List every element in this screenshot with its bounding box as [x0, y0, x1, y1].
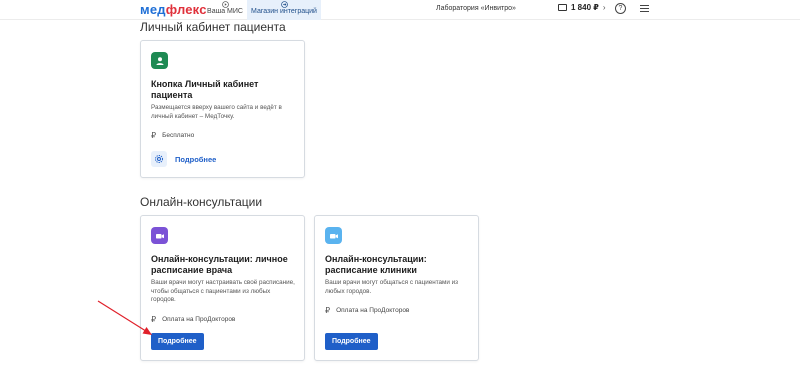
card-title: Онлайн-консультации: личное расписание в…: [151, 254, 288, 275]
video-camera-icon: [151, 227, 168, 244]
balance[interactable]: 1 840 ₽ ›: [558, 3, 605, 12]
price-info: ₽ Оплата на ПроДокторов: [151, 315, 235, 324]
section-title-online-consultations: Онлайн-консультации: [140, 195, 263, 209]
nav-tab-integrations-shop[interactable]: Магазин интеграций: [247, 0, 321, 20]
price-label: Оплата на ПроДокторов: [336, 307, 410, 314]
integration-card-patient-button[interactable]: Кнопка Личный кабинет пациента Размещает…: [140, 40, 305, 178]
more-link[interactable]: Подробнее: [151, 151, 216, 167]
top-bar: медфлекс Ваша МИС Магазин интеграций Лаб…: [0, 0, 800, 20]
integration-icon: [280, 1, 288, 8]
hamburger-menu-icon[interactable]: [640, 5, 649, 14]
play-icon: [221, 1, 229, 8]
price-info: ₽ Бесплатно: [151, 131, 194, 140]
help-icon[interactable]: ?: [615, 3, 626, 14]
nav-tab-mis[interactable]: Ваша МИС: [204, 0, 246, 20]
card-title: Кнопка Личный кабинет пациента: [151, 79, 259, 100]
logo[interactable]: медфлекс: [140, 2, 207, 17]
logo-part-1: мед: [140, 2, 166, 17]
integration-card-doctor-schedule[interactable]: Онлайн-консультации: личное расписание в…: [140, 215, 305, 361]
card-description: Ваши врачи могут общаться с пациентами и…: [325, 279, 459, 295]
user-icon: [151, 52, 168, 69]
gear-icon: [151, 151, 167, 167]
card-description: Ваши врачи могут настраивать своё распис…: [151, 279, 295, 303]
logo-part-2: флекс: [165, 2, 207, 17]
more-button[interactable]: Подробнее: [325, 333, 378, 350]
laboratory-name[interactable]: Лаборатория «Инвитро»: [436, 5, 516, 12]
ruble-icon: ₽: [151, 131, 157, 140]
ruble-icon: ₽: [325, 306, 331, 315]
more-button[interactable]: Подробнее: [151, 333, 204, 350]
price-label: Бесплатно: [162, 132, 195, 139]
more-link-label: Подробнее: [175, 154, 217, 164]
ruble-icon: ₽: [151, 315, 157, 324]
video-camera-icon: [325, 227, 342, 244]
price-label: Оплата на ПроДокторов: [162, 316, 236, 323]
balance-amount: 1 840 ₽: [571, 3, 599, 12]
wallet-icon: [558, 4, 567, 11]
chevron-right-icon: ›: [602, 3, 606, 12]
nav-tab-integrations-shop-label: Магазин интеграций: [251, 8, 317, 15]
nav-tab-mis-label: Ваша МИС: [207, 8, 243, 15]
price-info: ₽ Оплата на ПроДокторов: [325, 306, 409, 315]
card-title: Онлайн-консультации: расписание клиники: [325, 254, 427, 275]
card-description: Размещается вверху вашего сайта и ведёт …: [151, 104, 282, 120]
integration-card-clinic-schedule[interactable]: Онлайн-консультации: расписание клиники …: [314, 215, 479, 361]
section-title-patient-cabinet: Личный кабинет пациента: [140, 20, 286, 34]
